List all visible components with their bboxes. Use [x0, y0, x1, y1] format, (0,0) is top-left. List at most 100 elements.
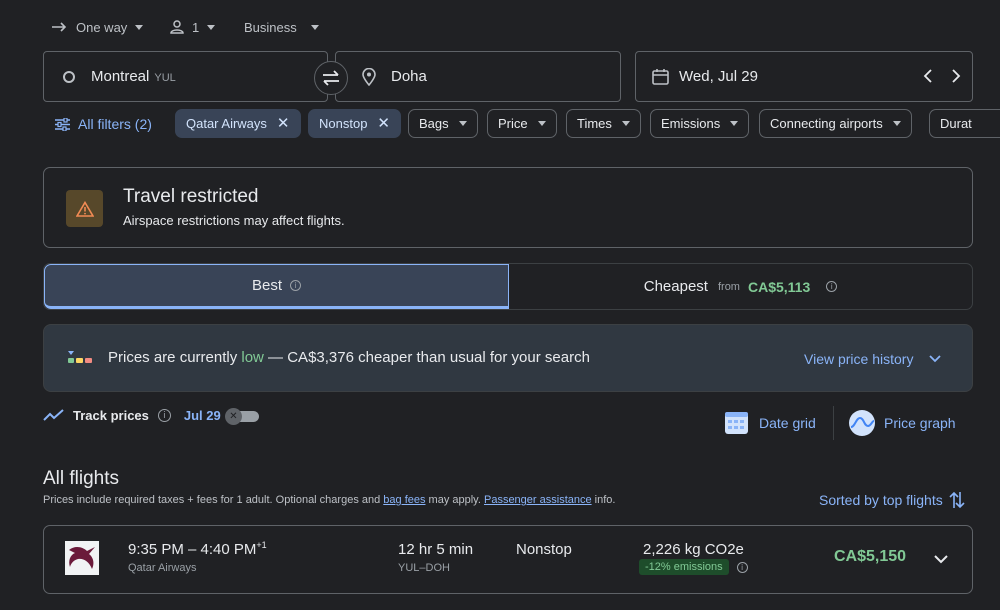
chip-label: Qatar Airways: [186, 116, 267, 131]
track-prices-toggle[interactable]: ✕: [225, 408, 259, 425]
chevron-down-icon: [458, 121, 467, 126]
chevron-right-icon: [952, 69, 961, 83]
flight-duration: 12 hr 5 min: [398, 541, 474, 558]
previous-date-button[interactable]: [918, 66, 938, 86]
info-icon[interactable]: i: [290, 280, 301, 291]
all-filters-button[interactable]: All filters (2): [55, 116, 152, 132]
bag-fees-link[interactable]: bag fees: [383, 494, 425, 506]
origin-code: YUL: [154, 71, 176, 84]
trip-type-select[interactable]: One way: [52, 14, 144, 40]
passengers-count: 1: [192, 19, 200, 35]
passenger-assistance-link[interactable]: Passenger assistance: [484, 494, 592, 506]
notice-text: Airspace restrictions may affect flights…: [123, 213, 345, 228]
filter-chip-connecting-airports[interactable]: Connecting airports: [759, 109, 912, 138]
cabin-class-label: Business: [244, 19, 297, 35]
chevron-down-icon: [730, 121, 739, 126]
emissions-badge: -12% emissions: [639, 559, 729, 575]
tab-best-label: Best: [251, 277, 282, 294]
date-grid-button[interactable]: Date grid: [724, 410, 816, 435]
price-graph-button[interactable]: Price graph: [848, 409, 956, 437]
subtext-post: info.: [591, 494, 616, 506]
sort-button[interactable]: Sorted by top flights: [819, 491, 965, 509]
flight-co2: 2,226 kg CO2e: [643, 541, 744, 558]
flight-result-card[interactable]: 9:35 PM – 4:40 PM+1 Qatar Airways 12 hr …: [43, 525, 973, 594]
chip-label: Bags: [419, 116, 449, 131]
tab-cheapest[interactable]: Cheapest from CA$5,113 i: [509, 264, 972, 309]
sort-label: Sorted by top flights: [819, 492, 943, 508]
arrow-right-icon: [52, 22, 67, 32]
close-icon[interactable]: ✕: [277, 116, 290, 131]
origin-circle-icon: [63, 70, 75, 83]
track-prices-row: Track prices i Jul 29: [43, 408, 221, 423]
chevron-down-icon: [537, 121, 546, 126]
chevron-left-icon: [923, 69, 932, 83]
chip-label: Times: [577, 116, 612, 131]
filter-chip-stops[interactable]: Nonstop ✕: [308, 109, 401, 138]
origin-city: Montreal: [91, 68, 150, 85]
info-icon[interactable]: i: [157, 409, 171, 422]
cheapest-price: CA$5,113: [747, 278, 811, 295]
info-icon[interactable]: i: [826, 281, 838, 292]
filter-chip-times[interactable]: Times: [566, 109, 641, 138]
qatar-airways-logo: [65, 541, 99, 575]
chip-label: Connecting airports: [770, 116, 883, 131]
passengers-select[interactable]: 1: [170, 14, 216, 40]
swap-button[interactable]: [314, 61, 348, 95]
emissions-info: -12% emissions i: [639, 559, 748, 575]
filter-chip-price[interactable]: Price: [487, 109, 557, 138]
price-level-icon: [68, 351, 92, 363]
flight-times: 9:35 PM – 4:40 PM+1: [128, 540, 267, 558]
results-subtext: Prices include required taxes + fees for…: [43, 494, 615, 506]
price-insight-panel: Prices are currently low — CA$3,376 chea…: [43, 324, 973, 392]
filter-chip-emissions[interactable]: Emissions: [650, 109, 750, 138]
insight-text-pre: Prices are currently: [108, 349, 242, 366]
flight-times-text: 9:35 PM – 4:40 PM: [128, 541, 257, 558]
all-filters-label: All filters (2): [78, 116, 152, 132]
travel-restricted-notice: Travel restricted Airspace restrictions …: [43, 167, 973, 248]
destination-field[interactable]: Doha: [335, 51, 621, 102]
tune-sliders-icon: [55, 117, 70, 131]
day-offset: +1: [256, 540, 267, 550]
info-icon[interactable]: i: [736, 561, 748, 573]
chevron-down-icon: [310, 24, 319, 30]
trending-line-icon: [43, 409, 64, 421]
subtext-pre: Prices include required taxes + fees for…: [43, 494, 384, 506]
insight-text-post: — CA$3,376 cheaper than usual for your s…: [263, 349, 590, 366]
chevron-down-icon: [934, 554, 948, 563]
warning-icon: [66, 190, 103, 227]
filter-chip-bags[interactable]: Bags: [408, 109, 478, 138]
track-prices-label: Track prices: [73, 408, 149, 423]
calendar-icon: [652, 69, 669, 85]
view-price-history-label: View price history: [804, 351, 914, 367]
origin-field[interactable]: Montreal YUL: [43, 51, 328, 102]
flight-route: YUL–DOH: [398, 562, 450, 574]
results-heading: All flights: [43, 468, 120, 489]
price-level: low: [241, 349, 264, 366]
airline-name: Qatar Airways: [128, 562, 197, 574]
chevron-down-icon: [135, 24, 144, 30]
sort-arrows-icon: [949, 491, 965, 509]
person-icon: [170, 20, 184, 34]
swap-arrows-icon: [323, 70, 339, 86]
chip-label: Price: [498, 116, 528, 131]
chip-label: Durat: [940, 116, 972, 131]
expand-flight-button[interactable]: [931, 551, 951, 567]
filter-chip-duration[interactable]: Durat: [929, 109, 1000, 138]
tab-best[interactable]: Best i: [44, 264, 509, 309]
chevron-down-icon: [929, 355, 942, 363]
next-date-button[interactable]: [946, 66, 966, 86]
divider: [833, 406, 834, 440]
close-icon[interactable]: ✕: [377, 116, 390, 131]
cabin-class-select[interactable]: Business: [244, 14, 319, 40]
tab-cheapest-label: Cheapest: [643, 278, 708, 295]
date-grid-icon: [725, 412, 748, 434]
location-pin-icon: [362, 67, 376, 86]
notice-title: Travel restricted: [123, 186, 259, 207]
destination-city: Doha: [391, 68, 427, 85]
filter-chip-airline[interactable]: Qatar Airways ✕: [175, 109, 301, 138]
flight-price: CA$5,150: [834, 548, 907, 565]
from-label: from: [717, 280, 740, 293]
departure-date: Wed, Jul 29: [679, 68, 758, 85]
track-prices-date: Jul 29: [183, 408, 221, 423]
view-price-history-button[interactable]: View price history: [804, 351, 942, 367]
